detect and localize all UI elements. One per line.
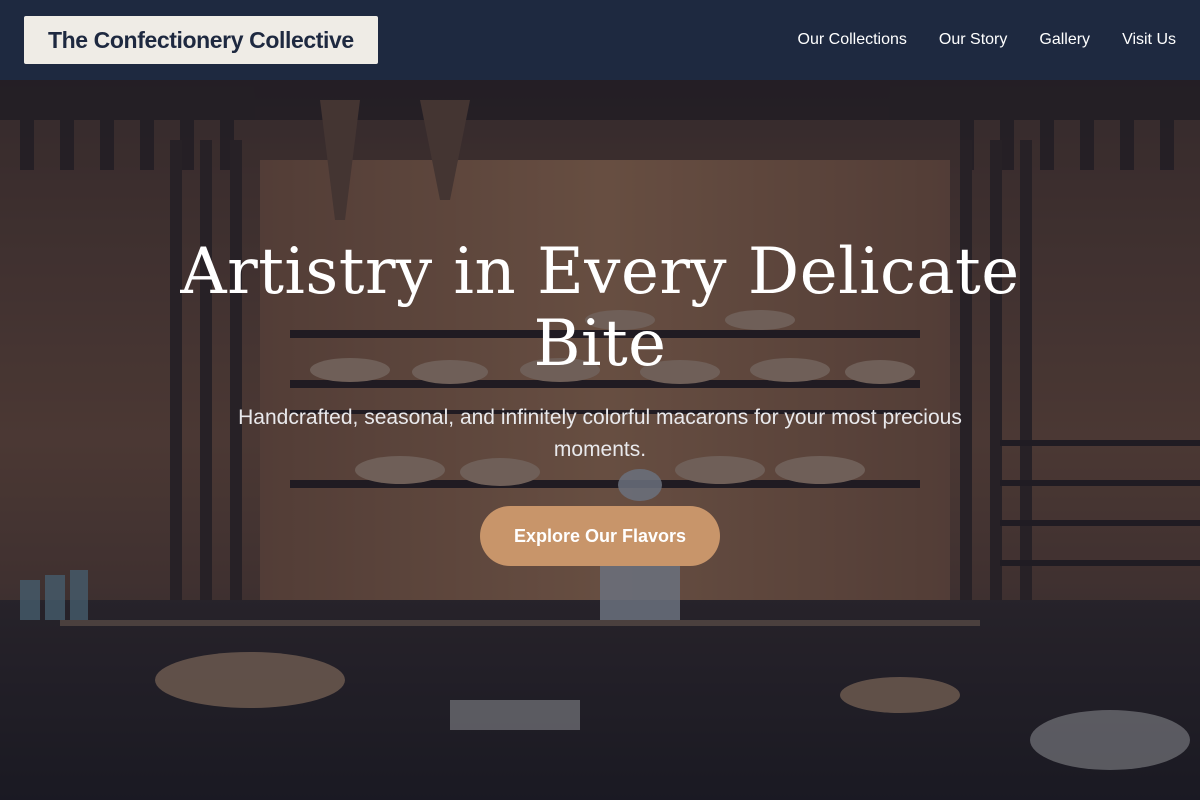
hero-content: Artistry in Every Delicate Bite Handcraf… bbox=[150, 236, 1050, 566]
site-header: The Confectionery Collective Our Collect… bbox=[0, 0, 1200, 80]
nav-link-story[interactable]: Our Story bbox=[939, 31, 1007, 49]
hero-subtitle: Handcrafted, seasonal, and infinitely co… bbox=[238, 406, 962, 461]
nav-link-gallery[interactable]: Gallery bbox=[1039, 31, 1090, 49]
brand-name: The Confectionery Collective bbox=[48, 26, 354, 53]
brand-logo[interactable]: The Confectionery Collective bbox=[24, 16, 378, 64]
hero-title-line-1: Artistry in Every Delicate bbox=[180, 235, 1020, 309]
nav-link-visit[interactable]: Visit Us bbox=[1122, 31, 1176, 49]
hero-title-line-2: Bite bbox=[533, 307, 667, 381]
main-nav: Our Collections Our Story Gallery Visit … bbox=[798, 31, 1176, 49]
nav-link-collections[interactable]: Our Collections bbox=[798, 31, 907, 49]
hero-title: Artistry in Every Delicate Bite bbox=[150, 236, 1050, 380]
hero-section: Artistry in Every Delicate Bite Handcraf… bbox=[0, 80, 1200, 800]
explore-flavors-button[interactable]: Explore Our Flavors bbox=[480, 506, 720, 566]
